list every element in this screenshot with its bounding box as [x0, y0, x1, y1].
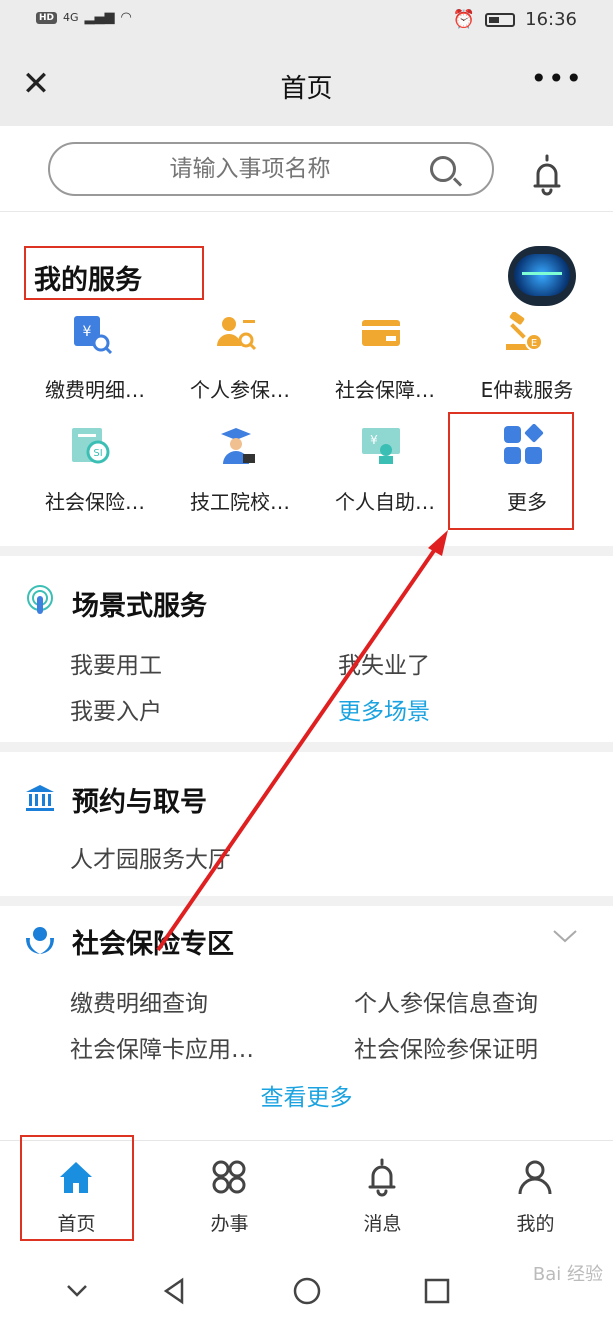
status-time: 16:36 [525, 9, 577, 30]
social-link-certificate[interactable]: 社会保险参保证明 [354, 1030, 538, 1064]
self-service-icon: ¥ [362, 428, 400, 464]
view-more-link[interactable]: 查看更多 [0, 1078, 613, 1112]
broadcast-icon [27, 585, 53, 614]
nav-home-icon[interactable] [292, 1276, 322, 1306]
tab-label: 办事 [210, 1213, 249, 1235]
service-label: 社会保险… [45, 490, 145, 514]
my-services-title: 我的服务 [34, 265, 142, 296]
graduate-icon [221, 428, 255, 464]
tab-label: 我的 [516, 1213, 555, 1235]
divider [0, 742, 613, 752]
robot-assistant-icon[interactable] [508, 246, 576, 306]
payment-detail-icon: ¥ [74, 316, 112, 354]
divider [0, 546, 613, 556]
services-grid-icon [212, 1160, 246, 1194]
status-right: ⏰ 16:36 [453, 9, 577, 30]
svg-text:E: E [531, 338, 537, 349]
service-item-technical-school[interactable]: 技工院校… [165, 424, 305, 534]
scene-link-unemployed[interactable]: 我失业了 [338, 646, 430, 680]
status-bar: HD 4G ▂▄▆ ◠ ⏰ 16:36 [0, 0, 613, 44]
wifi-icon: ◠ [120, 10, 132, 25]
appointment-link-hall[interactable]: 人才园服务大厅 [70, 840, 231, 874]
svg-text:¥: ¥ [370, 433, 378, 447]
appointment-title: 预约与取号 [72, 787, 207, 818]
tab-services[interactable]: 办事 [153, 1141, 306, 1251]
notification-bell-icon[interactable] [524, 152, 570, 198]
more-dots-icon[interactable]: ••• [530, 62, 583, 95]
service-item-social-card[interactable]: 社会保障… [310, 312, 450, 422]
scene-services-section: 场景式服务 我要用工 我失业了 我要入户 更多场景 [0, 556, 613, 742]
bottom-tab-bar: 首页 办事 消息 我的 [0, 1135, 613, 1251]
scene-services-title: 场景式服务 [72, 591, 207, 622]
search-box[interactable] [48, 142, 494, 196]
service-label: 个人参保… [190, 378, 290, 402]
service-item-person-insurance[interactable]: 个人参保… [165, 312, 305, 422]
my-services-header: 我的服务 [24, 246, 204, 300]
scene-link-hire[interactable]: 我要用工 [70, 646, 162, 680]
user-icon [518, 1160, 552, 1195]
service-item-social-insurance[interactable]: SI 社会保险… [20, 424, 160, 534]
appointment-section: 预约与取号 人才园服务大厅 [0, 752, 613, 898]
person-insurance-icon [217, 317, 257, 351]
watermark: Bai 经验 [532, 1264, 603, 1285]
social-insurance-icon: SI [72, 428, 110, 464]
svg-text:¥: ¥ [83, 324, 92, 340]
svg-text:SI: SI [93, 448, 102, 459]
service-label: 技工院校… [190, 490, 290, 514]
search-input[interactable] [70, 152, 430, 186]
page-title: 首页 [280, 74, 333, 104]
scene-link-household[interactable]: 我要入户 [70, 692, 162, 726]
nav-recent-icon[interactable] [422, 1276, 452, 1306]
tab-profile[interactable]: 我的 [459, 1141, 612, 1251]
bell-icon [368, 1158, 396, 1197]
chevron-down-icon[interactable] [552, 928, 578, 944]
status-left: HD 4G ▂▄▆ ◠ [36, 10, 132, 25]
arbitration-icon: E [506, 312, 543, 351]
home-highlight-box [20, 1135, 134, 1241]
my-services-section: 我的服务 ¥ 缴费明细… 个人参保… 社会保障… E E仲裁服务 SI 社会保险… [0, 212, 613, 544]
social-card-icon [362, 320, 400, 346]
social-link-payment[interactable]: 缴费明细查询 [70, 984, 208, 1018]
title-bar: ✕ 首页 ••• [0, 44, 613, 126]
tab-label: 消息 [363, 1213, 402, 1235]
service-item-self-service[interactable]: ¥ 个人自助… [310, 424, 450, 534]
social-insurance-title: 社会保险专区 [72, 929, 234, 960]
bank-building-icon [26, 785, 54, 811]
search-icon[interactable] [430, 156, 456, 182]
social-insurance-section: 社会保险专区 缴费明细查询 个人参保信息查询 社会保障卡应用… 社会保险参保证明… [0, 906, 613, 1132]
social-link-card-app[interactable]: 社会保障卡应用… [70, 1030, 254, 1064]
tab-messages[interactable]: 消息 [306, 1141, 459, 1251]
nav-collapse-icon[interactable] [62, 1276, 92, 1306]
service-item-payment-detail[interactable]: ¥ 缴费明细… [20, 312, 160, 422]
service-label: 缴费明细… [45, 378, 145, 402]
scene-link-more[interactable]: 更多场景 [338, 692, 430, 726]
network-indicator: 4G [63, 11, 79, 24]
hd-badge: HD [36, 11, 58, 24]
service-label: 社会保障… [335, 378, 435, 402]
service-label: E仲裁服务 [480, 378, 574, 402]
alarm-icon: ⏰ [452, 9, 476, 30]
divider [0, 896, 613, 906]
more-highlight-box [448, 412, 574, 530]
battery-icon [485, 12, 516, 27]
globe-hands-icon [26, 927, 54, 954]
service-label: 个人自助… [335, 490, 435, 514]
search-row [0, 126, 613, 212]
system-nav-bar [0, 1250, 613, 1328]
social-link-insurance-info[interactable]: 个人参保信息查询 [354, 984, 538, 1018]
service-item-arbitration[interactable]: E E仲裁服务 [452, 312, 592, 422]
nav-back-icon[interactable] [160, 1276, 190, 1306]
signal-icon: ▂▄▆ [84, 10, 115, 25]
